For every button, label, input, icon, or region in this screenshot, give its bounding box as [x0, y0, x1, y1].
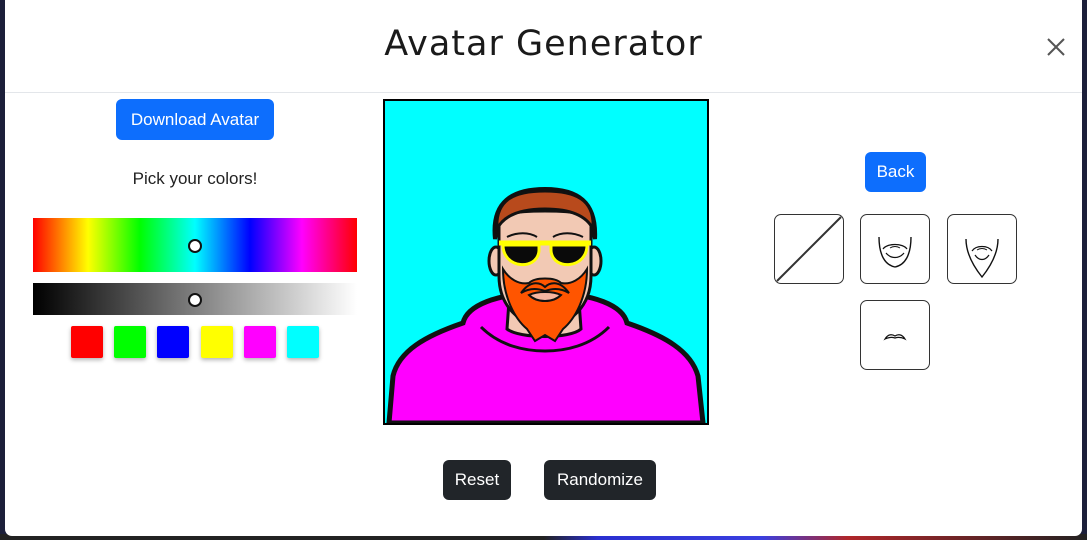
pointed-beard-icon	[965, 238, 999, 279]
reset-button[interactable]: Reset	[443, 460, 511, 500]
swatch-green[interactable]	[114, 326, 146, 358]
back-button[interactable]: Back	[865, 152, 926, 192]
option-full-beard[interactable]	[860, 214, 930, 284]
avatar-generator-modal: Avatar Generator Download Avatar Pick yo…	[5, 0, 1082, 536]
pick-colors-label: Pick your colors!	[132, 169, 258, 188]
close-icon	[1047, 38, 1065, 56]
swatch-magenta[interactable]	[244, 326, 276, 358]
swatch-cyan[interactable]	[287, 326, 319, 358]
none-icon	[776, 216, 842, 282]
avatar-preview	[383, 99, 709, 425]
mustache-icon	[883, 334, 907, 341]
avatar-illustration	[385, 101, 707, 423]
full-beard-icon	[878, 236, 912, 268]
swatch-yellow[interactable]	[201, 326, 233, 358]
modal-header: Avatar Generator	[5, 0, 1082, 93]
hue-slider[interactable]	[33, 218, 357, 272]
shade-slider[interactable]	[33, 283, 357, 315]
swatch-red[interactable]	[71, 326, 103, 358]
shade-slider-handle[interactable]	[188, 293, 202, 307]
swatch-blue[interactable]	[157, 326, 189, 358]
randomize-button[interactable]: Randomize	[544, 460, 656, 500]
download-avatar-button[interactable]: Download Avatar	[116, 99, 274, 140]
option-mustache[interactable]	[860, 300, 930, 370]
option-no-facial-hair[interactable]	[774, 214, 844, 284]
hue-slider-handle[interactable]	[188, 239, 202, 253]
close-button[interactable]	[1045, 36, 1067, 58]
option-pointed-beard[interactable]	[947, 214, 1017, 284]
modal-title: Avatar Generator	[384, 24, 703, 64]
